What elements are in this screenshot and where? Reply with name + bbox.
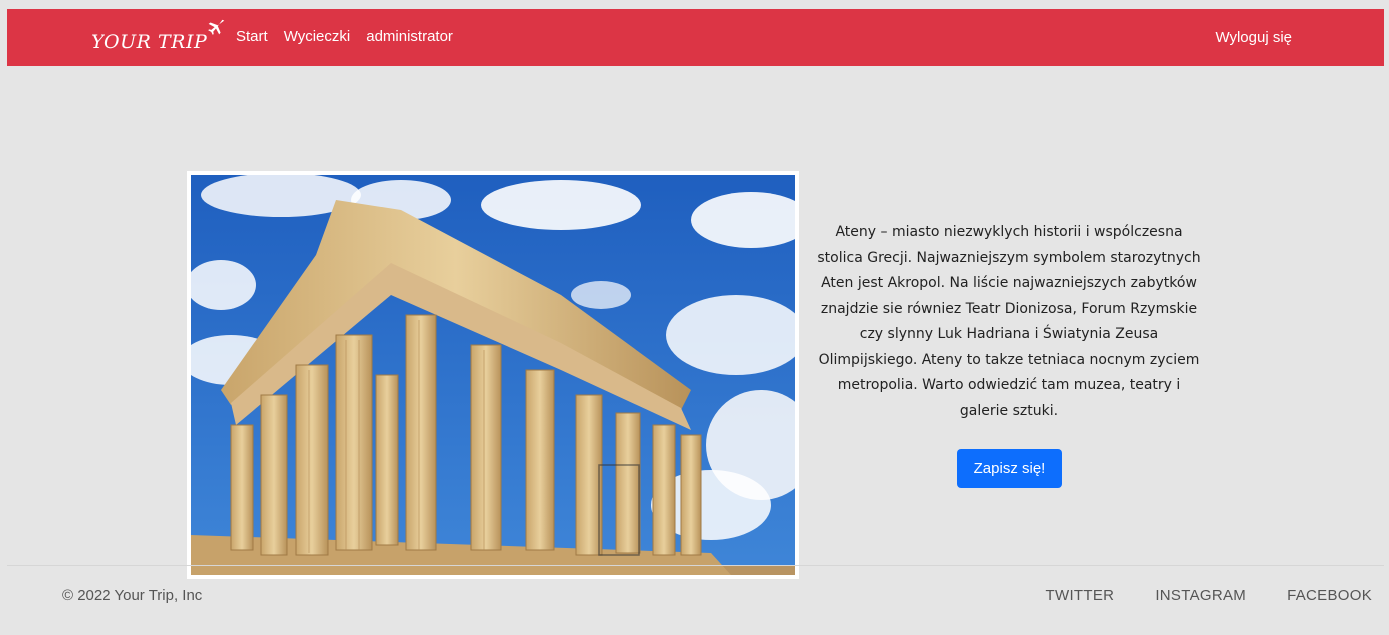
parthenon-image (191, 175, 795, 575)
airplane-icon (208, 19, 225, 35)
twitter-link[interactable]: TWITTER (1046, 587, 1115, 604)
copyright-text: © 2022 Your Trip, Inc (62, 587, 203, 604)
facebook-link[interactable]: FACEBOOK (1287, 587, 1372, 604)
top-navbar: YOUR TRIP Start Wycieczki administrator … (7, 9, 1384, 66)
trip-image-frame (187, 171, 799, 579)
nav-link-wycieczki[interactable]: Wycieczki (284, 28, 351, 45)
social-links: TWITTER INSTAGRAM FACEBOOK (1046, 587, 1372, 604)
nav-link-start[interactable]: Start (236, 28, 268, 45)
logout-link[interactable]: Wyloguj się (1215, 29, 1292, 46)
footer: © 2022 Your Trip, Inc TWITTER INSTAGRAM … (7, 565, 1384, 635)
instagram-link[interactable]: INSTAGRAM (1155, 587, 1246, 604)
signup-button[interactable]: Zapisz się! (957, 449, 1062, 488)
trip-description: Ateny – miasto niezwyklych historii i ws… (817, 224, 1201, 419)
nav-links: Start Wycieczki administrator (236, 28, 469, 45)
brand-logo-text[interactable]: YOUR TRIP (91, 31, 207, 53)
nav-link-administrator[interactable]: administrator (366, 28, 453, 45)
